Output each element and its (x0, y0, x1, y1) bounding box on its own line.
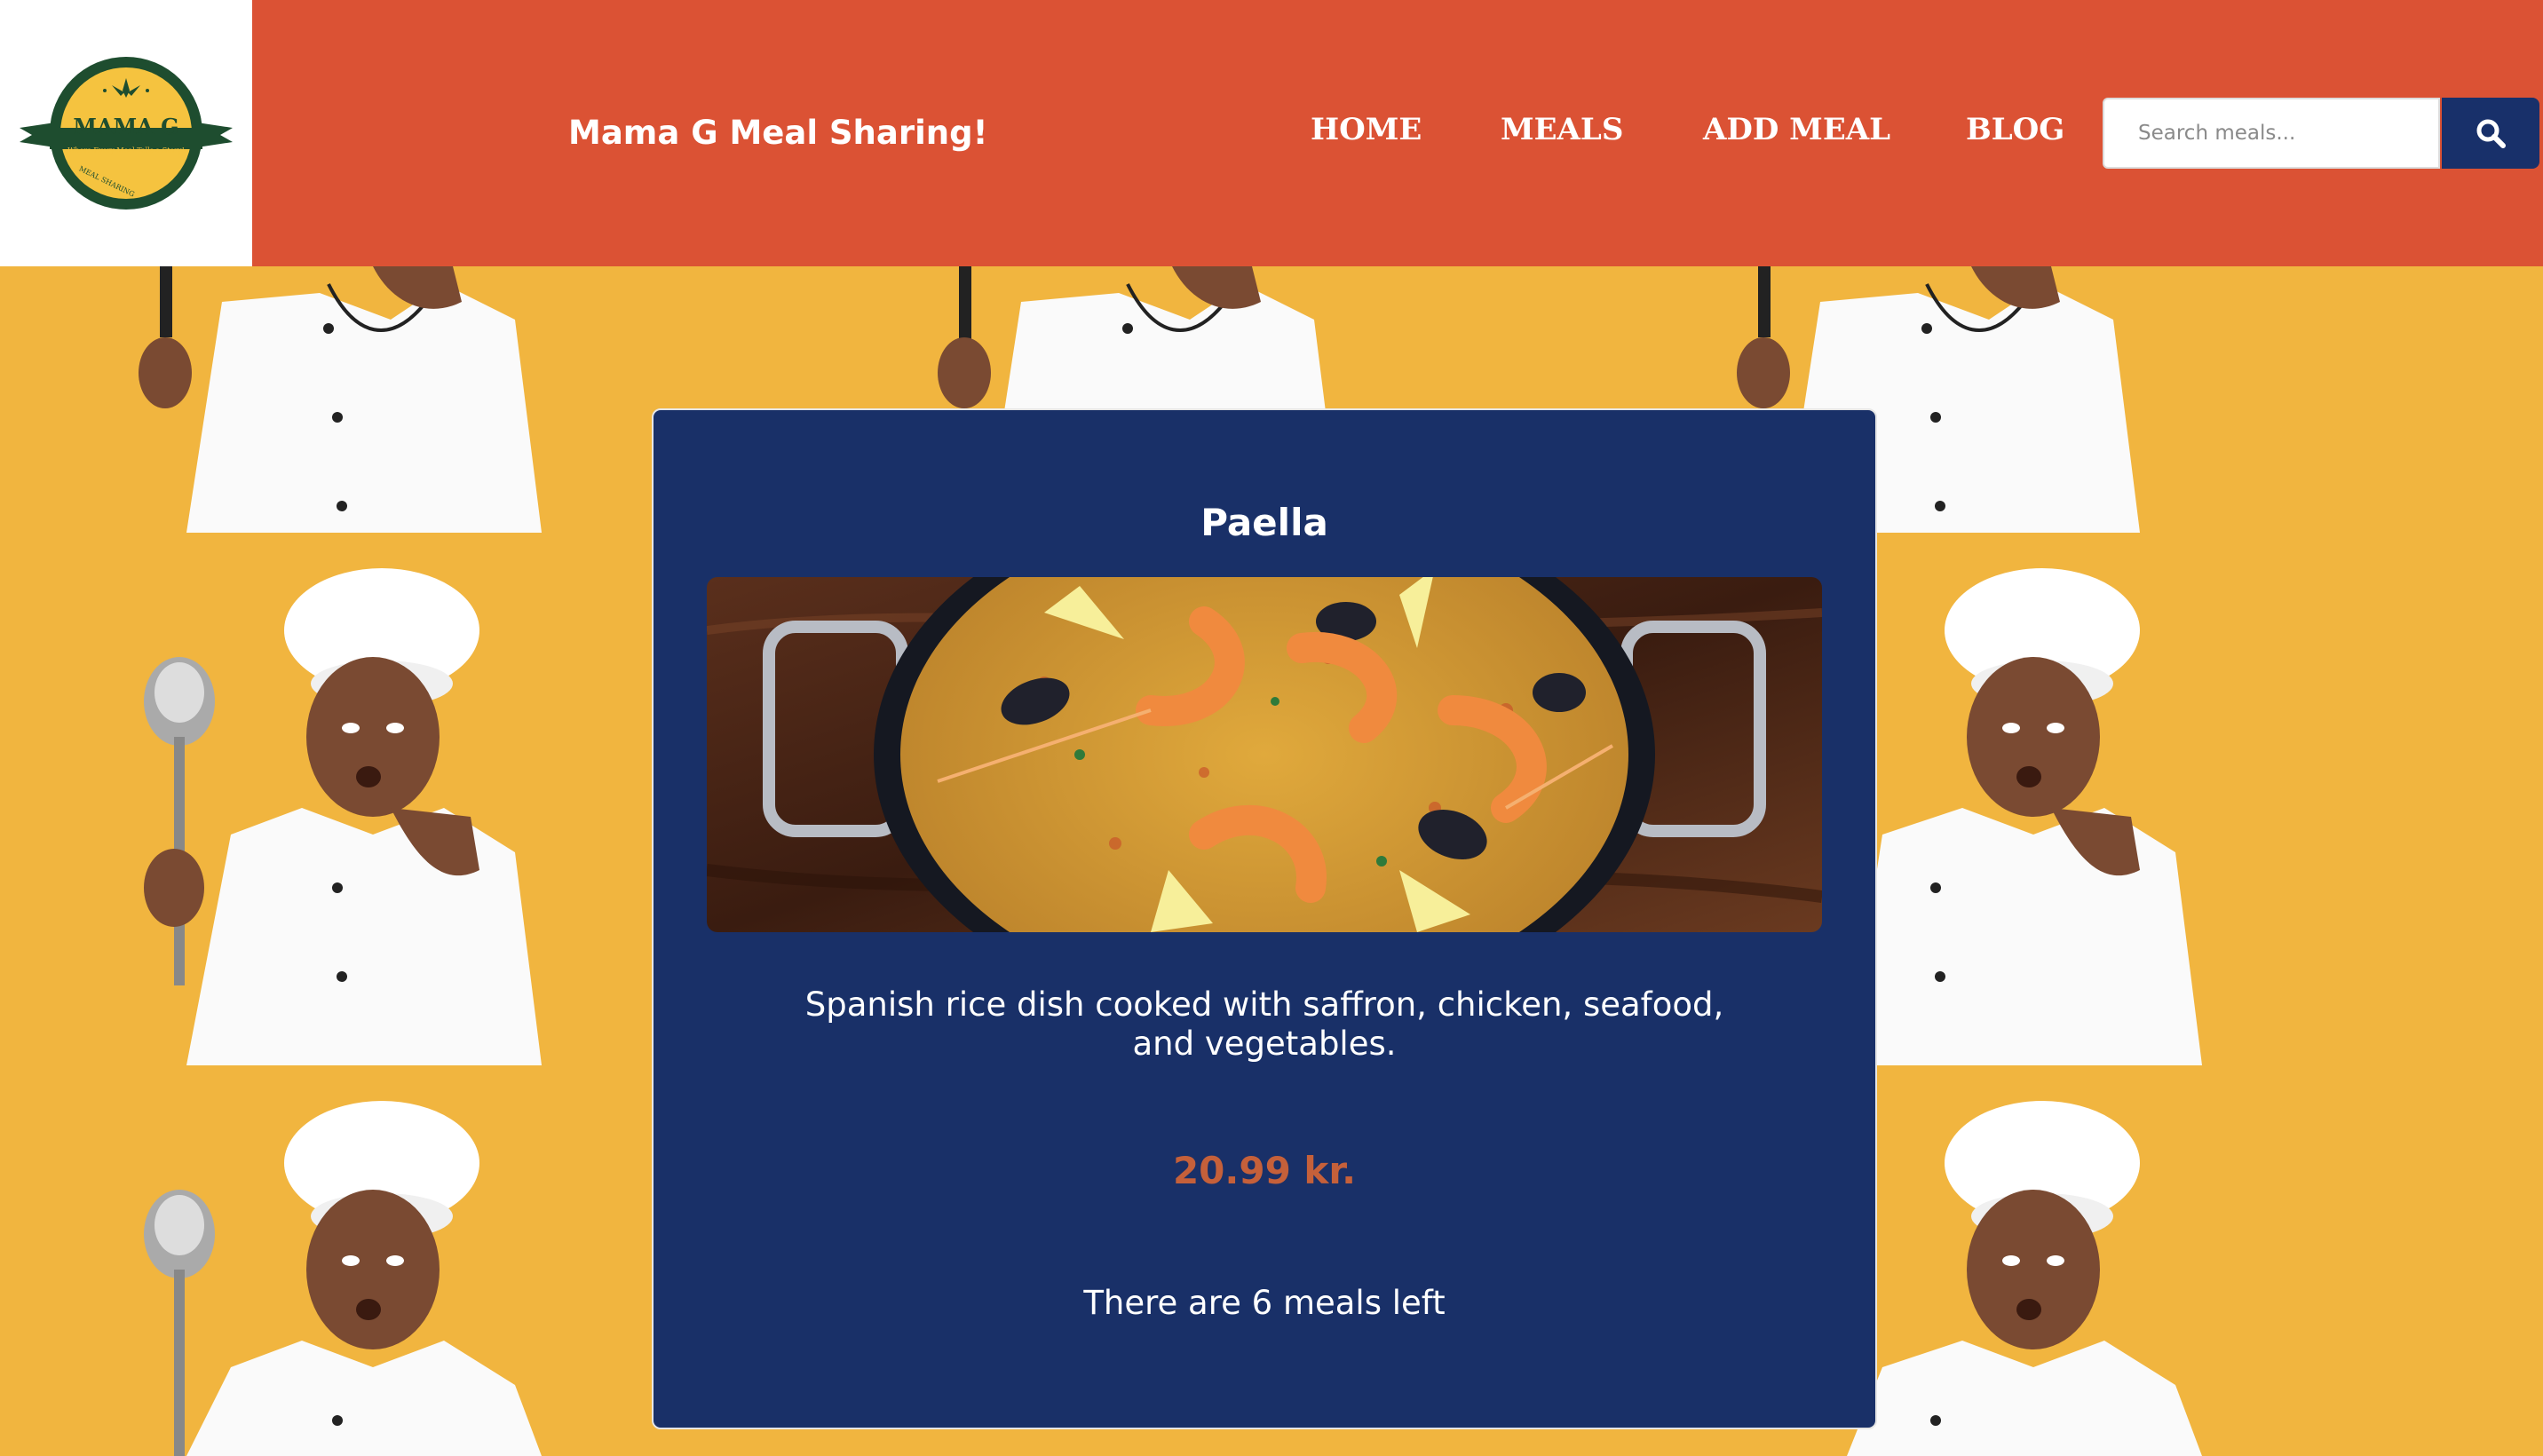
logo-tagline: Where Every Meal Tells a Story! (67, 146, 185, 154)
chef-figure (1847, 568, 2202, 1065)
meal-availability: There are 6 meals left (1083, 1284, 1446, 1322)
logo-name: MAMA G (73, 114, 179, 139)
meal-title: Paella (1200, 501, 1328, 544)
meal-description: Spanish rice dish cooked with saffron, c… (804, 985, 1724, 1063)
nav-blog[interactable]: BLOG (1966, 112, 2064, 147)
chef-figure (938, 266, 1326, 408)
meal-price: 20.99 kr. (1172, 1149, 1357, 1192)
search-input[interactable] (2103, 98, 2440, 169)
search-button[interactable] (2442, 98, 2539, 169)
site-title: Mama G Meal Sharing! (568, 114, 988, 152)
chef-figure (144, 568, 542, 1065)
logo[interactable]: MAMA G Where Every Meal Tells a Story! M… (0, 0, 252, 266)
nav-add-meal[interactable]: ADD MEAL (1703, 112, 1890, 147)
nav-meals[interactable]: MEALS (1501, 112, 1623, 147)
chef-figure (139, 266, 542, 533)
nav-home[interactable]: HOME (1311, 112, 1422, 147)
chef-figure (1847, 1101, 2202, 1456)
meal-image (707, 577, 1822, 932)
site-header: MAMA G Where Every Meal Tells a Story! M… (0, 0, 2543, 266)
search-icon (2476, 119, 2506, 148)
paella-pan-image (707, 577, 1822, 932)
chef-figure (144, 1101, 542, 1456)
meal-card: Paella Spanish rice dish cooked with saf… (652, 408, 1877, 1429)
